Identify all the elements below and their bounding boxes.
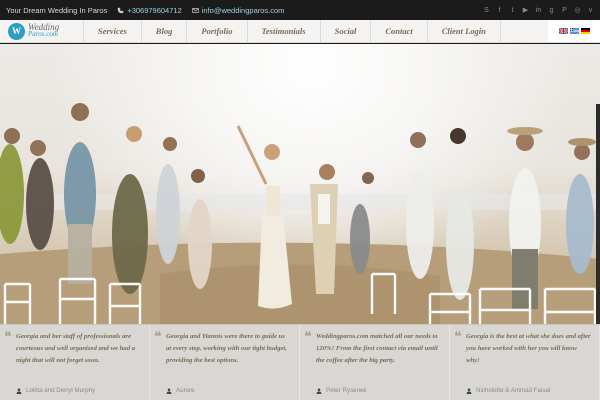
quote-icon: ❝: [304, 330, 312, 345]
pinterest-icon[interactable]: P: [561, 7, 568, 14]
page-scrollbar[interactable]: [596, 104, 600, 324]
language-selector: [548, 20, 600, 42]
phone-contact[interactable]: +306979604712: [117, 6, 182, 15]
quote-icon: ❝: [4, 330, 12, 345]
vimeo-icon[interactable]: v: [587, 7, 594, 14]
greek-flag-icon[interactable]: [569, 28, 579, 34]
testimonial-card: ❝ Georgia and Yiannis were there to guid…: [150, 325, 300, 400]
google-plus-icon[interactable]: g: [548, 7, 555, 14]
twitter-icon[interactable]: t: [509, 7, 516, 14]
main-navigation: W Wedding Paros.com Services Blog Portfo…: [0, 20, 600, 43]
testimonials-strip: ❝ Georgia and her staff of professionals…: [0, 324, 600, 400]
hero-wedding-photo: [0, 44, 600, 324]
testimonial-author: Lolitta and Derryl Murphy: [16, 387, 95, 394]
top-bar: Your Dream Wedding In Paros +30697960471…: [0, 0, 600, 20]
german-flag-icon[interactable]: [580, 28, 590, 34]
testimonial-card: ❝ Georgia is the best at what she does a…: [450, 325, 600, 400]
testimonial-card: ❝ Georgia and her staff of professionals…: [0, 325, 150, 400]
testimonial-author-name: Aurore: [176, 387, 195, 394]
testimonial-text: Weddingparos.com matched all our needs t…: [316, 333, 438, 364]
testimonial-card: ❝ Weddingparos.com matched all our needs…: [300, 325, 450, 400]
logo-word-paros: Paros.com: [28, 30, 58, 38]
user-icon: [316, 387, 322, 394]
phone-icon: [118, 7, 124, 13]
email-address[interactable]: info@weddingparos.com: [202, 6, 285, 15]
skype-icon[interactable]: S: [483, 7, 490, 14]
youtube-icon[interactable]: ▶: [522, 7, 529, 14]
nav-item-testimonials[interactable]: Testimonials: [246, 20, 320, 42]
instagram-icon[interactable]: ◎: [574, 7, 581, 14]
testimonial-text: Georgia is the best at what she does and…: [466, 333, 591, 364]
uk-flag-icon[interactable]: [558, 28, 568, 34]
nav-menu: Services Blog Portfolio Testimonials Soc…: [83, 20, 548, 42]
testimonial-author-name: Nicholette & Ammad Faisal: [476, 387, 551, 394]
phone-number[interactable]: +306979604712: [127, 6, 181, 15]
user-icon: [16, 387, 22, 394]
logo-wordmark: Wedding Paros.com: [28, 23, 59, 38]
linkedin-icon[interactable]: in: [535, 7, 542, 14]
testimonial-author-name: Peter Rysenek: [326, 387, 367, 394]
email-contact[interactable]: info@weddingparos.com: [192, 6, 285, 15]
user-icon: [166, 387, 172, 394]
nav-item-portfolio[interactable]: Portfolio: [186, 20, 246, 42]
testimonial-text: Georgia and her staff of professionals a…: [16, 333, 136, 364]
mail-icon: [192, 7, 199, 13]
social-links: S f t ▶ in g P ◎ v: [483, 7, 594, 14]
logo-mark: W: [8, 22, 25, 40]
testimonial-author-name: Lolitta and Derryl Murphy: [26, 387, 96, 394]
user-icon: [466, 387, 472, 394]
quote-icon: ❝: [154, 330, 162, 345]
nav-item-blog[interactable]: Blog: [140, 20, 187, 42]
quote-icon: ❝: [454, 330, 462, 345]
site-tagline: Your Dream Wedding In Paros: [6, 5, 108, 15]
wedding-scene-illustration: [0, 103, 600, 324]
facebook-icon[interactable]: f: [496, 7, 503, 14]
nav-item-services[interactable]: Services: [83, 20, 141, 42]
site-logo[interactable]: W Wedding Paros.com: [0, 20, 83, 42]
testimonial-author: Aurore: [166, 387, 195, 394]
testimonial-author: Nicholette & Ammad Faisal: [466, 387, 550, 394]
nav-item-contact[interactable]: Contact: [370, 20, 426, 42]
testimonial-author: Peter Rysenek: [316, 387, 367, 394]
nav-item-social[interactable]: Social: [319, 20, 371, 42]
nav-item-client-login[interactable]: Client Login: [426, 20, 501, 42]
testimonial-text: Georgia and Yiannis were there to guide …: [166, 333, 287, 364]
